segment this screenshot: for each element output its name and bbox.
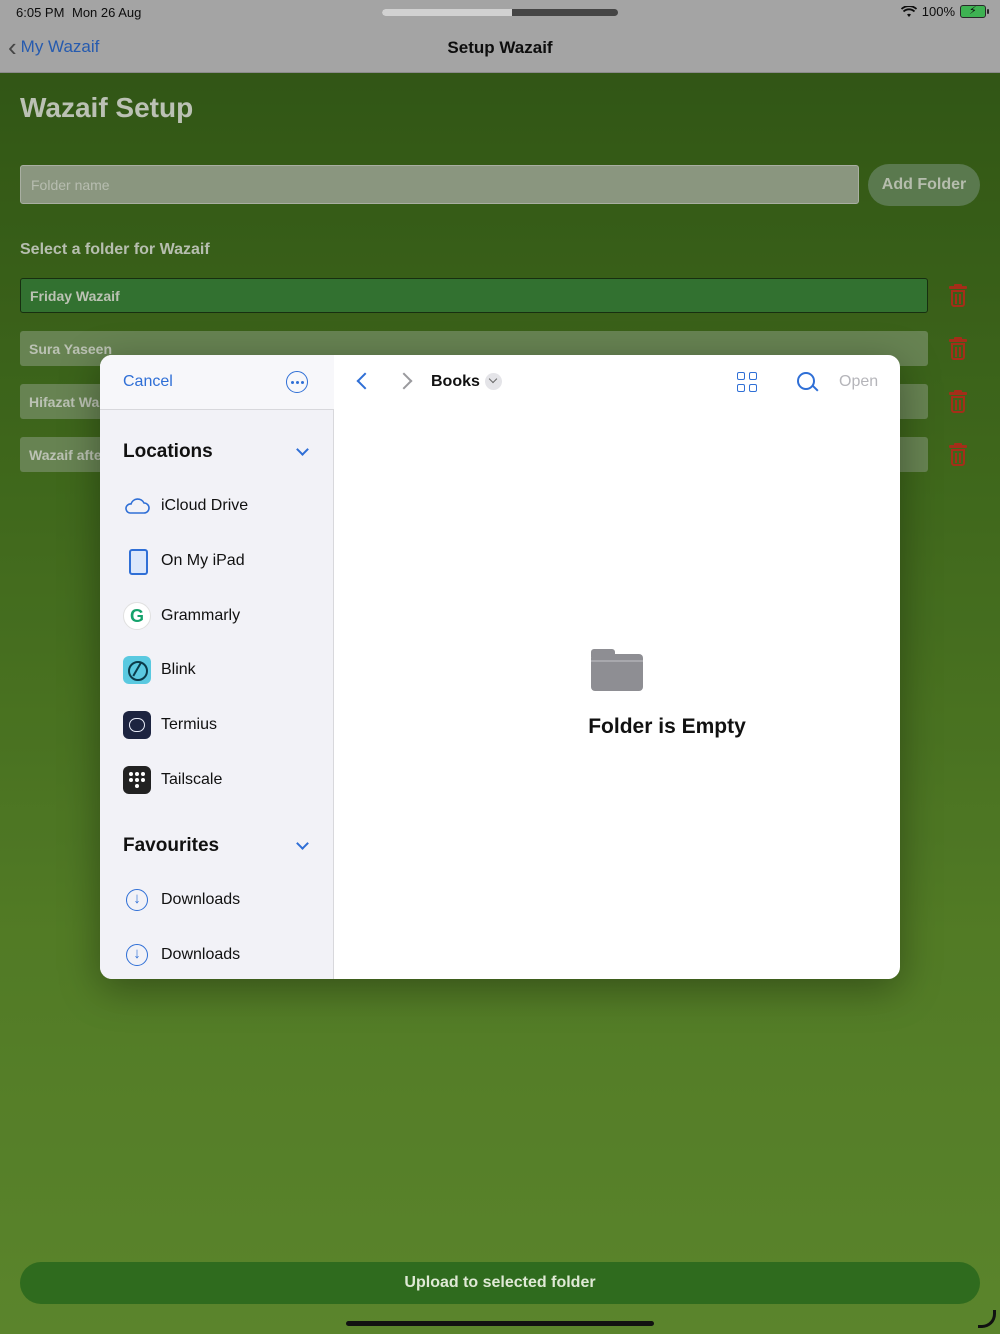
location-label: Tailscale: [161, 771, 223, 788]
picker-sidebar-header: Cancel: [100, 355, 334, 410]
location-label: iCloud Drive: [161, 497, 249, 514]
status-bar: 6:05 PM Mon 26 Aug 100% ⚡: [0, 0, 1000, 26]
battery-percent: 100%: [921, 4, 955, 19]
favourites-section-title: Favourites: [123, 835, 220, 856]
location-on-my-ipad[interactable]: On My iPad: [123, 546, 323, 576]
grammarly-icon: G: [123, 602, 151, 630]
tailscale-icon: [123, 766, 151, 794]
location-grammarly[interactable]: G Grammarly: [123, 601, 323, 631]
add-folder-button[interactable]: Add Folder: [868, 164, 980, 206]
download-icon: [123, 886, 151, 914]
chevron-right-icon[interactable]: [398, 371, 414, 393]
folder-name-input[interactable]: [20, 165, 859, 204]
chevron-down-icon[interactable]: [296, 839, 308, 851]
document-picker: Cancel Locations iCloud Drive On My iPad…: [100, 355, 900, 979]
open-button[interactable]: Open: [839, 373, 878, 391]
picker-browser-header: Books Open: [334, 355, 900, 410]
folder-menu-chevron-icon[interactable]: [485, 373, 502, 390]
current-folder-title[interactable]: Books: [431, 373, 480, 391]
delete-trash-icon[interactable]: [948, 284, 968, 308]
cancel-button[interactable]: Cancel: [123, 373, 173, 391]
folder-row-label: Friday Wazaif: [30, 287, 120, 304]
search-icon[interactable]: [796, 371, 820, 395]
folder-row-label: Hifazat Wa: [29, 393, 100, 410]
chevron-down-icon[interactable]: [296, 445, 308, 457]
multitasking-progress: [382, 9, 512, 16]
favourite-downloads[interactable]: Downloads: [123, 885, 323, 915]
chevron-left-icon[interactable]: [354, 371, 370, 393]
multitasking-indicator[interactable]: [382, 9, 618, 16]
location-label: Termius: [161, 716, 218, 733]
picker-sidebar: Cancel Locations iCloud Drive On My iPad…: [100, 355, 334, 979]
battery-icon: ⚡: [960, 5, 989, 18]
page-title: Wazaif Setup: [20, 92, 194, 123]
location-label: Blink: [161, 661, 196, 678]
location-icloud-drive[interactable]: iCloud Drive: [123, 491, 323, 521]
status-right: 100% ⚡: [900, 4, 989, 19]
empty-folder-message: Folder is Empty: [588, 715, 746, 738]
location-blink[interactable]: Blink: [123, 655, 323, 685]
status-date: Mon 26 Aug: [72, 5, 142, 20]
favourite-downloads[interactable]: Downloads: [123, 940, 323, 970]
home-indicator[interactable]: [346, 1321, 654, 1326]
folder-row-friday-wazaif[interactable]: Friday Wazaif: [20, 278, 928, 313]
favourite-label: Downloads: [161, 891, 241, 908]
folder-row-label: Wazaif afte: [29, 446, 102, 463]
select-folder-label: Select a folder for Wazaif: [20, 241, 210, 258]
wifi-icon: [900, 5, 917, 17]
folder-icon: [591, 649, 643, 691]
blink-icon: [123, 656, 151, 684]
locations-section-title: Locations: [123, 441, 213, 462]
upload-button[interactable]: Upload to selected folder: [20, 1262, 980, 1304]
resize-corner-icon: [978, 1310, 996, 1328]
navigation-bar: ‹ My Wazaif Setup Wazaif: [0, 26, 1000, 73]
location-termius[interactable]: Termius: [123, 710, 323, 740]
more-options-icon[interactable]: [286, 371, 308, 393]
download-icon: [123, 941, 151, 969]
favourite-label: Downloads: [161, 946, 241, 963]
termius-icon: [123, 711, 151, 739]
location-label: Grammarly: [161, 607, 241, 624]
ipad-icon: [123, 547, 151, 575]
grid-view-icon[interactable]: [737, 372, 759, 394]
icloud-icon: [123, 492, 151, 520]
nav-title: Setup Wazaif: [447, 38, 553, 57]
delete-trash-icon[interactable]: [948, 337, 968, 361]
delete-trash-icon[interactable]: [948, 443, 968, 467]
location-tailscale[interactable]: Tailscale: [123, 765, 323, 795]
status-time: 6:05 PM: [16, 5, 65, 20]
delete-trash-icon[interactable]: [948, 390, 968, 414]
location-label: On My iPad: [161, 552, 245, 569]
